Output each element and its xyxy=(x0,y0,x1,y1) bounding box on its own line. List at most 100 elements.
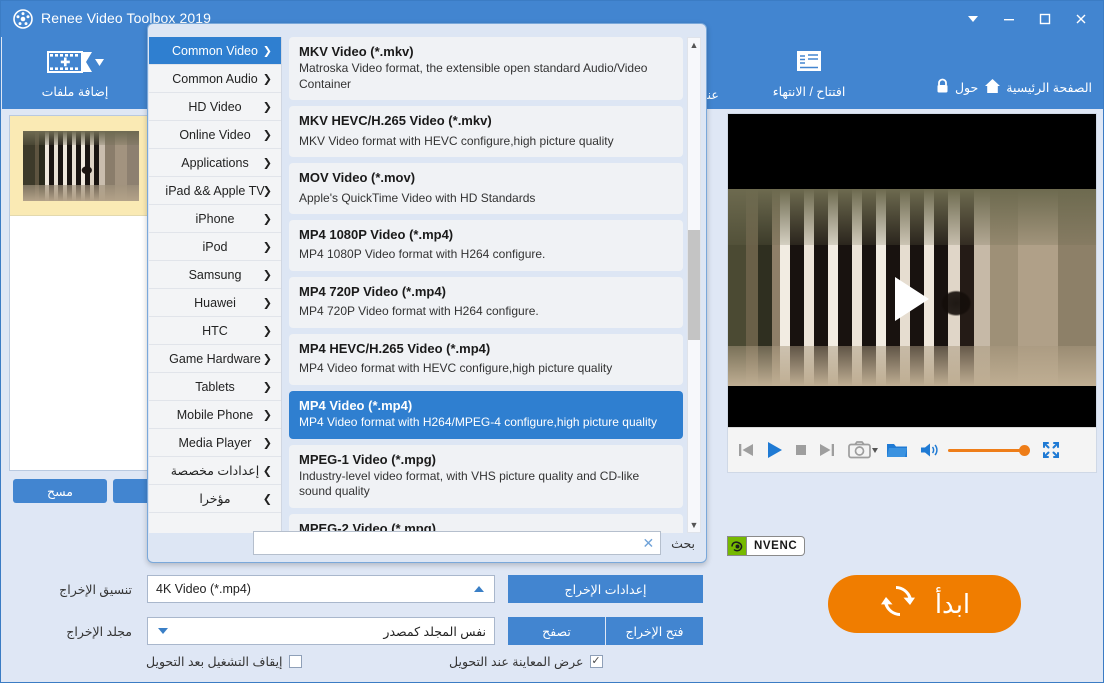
file-list-panel[interactable] xyxy=(9,115,152,471)
output-folder-combo[interactable]: نفس المجلد كمصدر xyxy=(147,617,495,645)
titlebar-menu-button[interactable] xyxy=(955,4,991,34)
category-custom-settings[interactable]: إعدادات مخصصة ❯ xyxy=(149,457,281,485)
category-online-video[interactable]: Online Video ❯ xyxy=(149,121,281,149)
output-format-row: تنسيق الإخراج 4K Video (*.mp4) إعدادات ا… xyxy=(17,575,717,603)
home-link[interactable]: الصفحة الرئيسية xyxy=(984,78,1092,97)
category-label: Common Video xyxy=(172,43,258,58)
chevron-right-icon: ❯ xyxy=(262,353,272,365)
fullscreen-button[interactable] xyxy=(1041,440,1061,460)
chevron-right-icon: ❯ xyxy=(262,493,272,505)
chevron-right-icon: ❯ xyxy=(262,241,272,253)
shutdown-checkbox-row[interactable]: إيقاف التشغيل بعد التحويل xyxy=(146,654,302,669)
volume-knob[interactable] xyxy=(1019,445,1030,456)
category-label: Tablets xyxy=(195,379,235,394)
output-format-combo[interactable]: 4K Video (*.mp4) xyxy=(147,575,495,603)
format-item[interactable]: MKV Video (*.mkv) Matroska Video format,… xyxy=(289,37,683,101)
output-format-value: 4K Video (*.mp4) xyxy=(156,582,251,596)
chevron-right-icon: ❯ xyxy=(262,297,272,309)
start-convert-button[interactable]: ابدأ xyxy=(828,575,1021,633)
play-button[interactable] xyxy=(763,439,785,461)
chevron-right-icon: ❯ xyxy=(262,213,272,225)
format-item[interactable]: MPEG-1 Video (*.mpg) Industry-level vide… xyxy=(289,444,683,508)
minimize-button[interactable] xyxy=(991,4,1027,34)
open-folder-button[interactable] xyxy=(886,440,908,460)
format-description: Matroska Video format, the extensible op… xyxy=(299,61,648,91)
shutdown-checkbox[interactable] xyxy=(288,655,302,668)
format-item[interactable]: MOV Video (*.mov) Apple's QuickTime Vide… xyxy=(289,163,683,215)
format-list[interactable]: MKV Video (*.mkv) Matroska Video format,… xyxy=(285,37,687,533)
stop-button[interactable] xyxy=(792,441,810,459)
category-iphone[interactable]: iPhone ❯ xyxy=(149,205,281,233)
format-description: MP4 Video format with HEVC configure,hig… xyxy=(299,361,613,376)
category-tablets[interactable]: Tablets ❯ xyxy=(149,373,281,401)
chevron-right-icon: ❯ xyxy=(262,101,272,113)
video-thumbnail xyxy=(22,130,139,201)
category-label: HD Video xyxy=(188,99,242,114)
category-media-player[interactable]: Media Player ❯ xyxy=(149,429,281,457)
preview-checkbox[interactable]: ✓ xyxy=(589,655,603,668)
convert-refresh-icon xyxy=(879,582,917,627)
volume-icon[interactable] xyxy=(919,440,941,460)
chevron-right-icon: ❯ xyxy=(262,437,272,449)
category-hd-video[interactable]: HD Video ❯ xyxy=(149,93,281,121)
video-preview[interactable] xyxy=(728,114,1096,427)
add-files-button[interactable]: إضافة ملفات xyxy=(16,47,134,99)
play-overlay-icon[interactable] xyxy=(895,277,929,321)
output-settings-button[interactable]: إعدادات الإخراج xyxy=(508,575,703,603)
category-label: Media Player xyxy=(178,435,252,450)
format-title: MP4 Video (*.mp4) xyxy=(299,397,413,413)
category-applications[interactable]: Applications ❯ xyxy=(149,149,281,177)
format-item[interactable]: MP4 HEVC/H.265 Video (*.mp4) MP4 Video f… xyxy=(289,333,683,385)
scroll-up-icon[interactable]: ▲ xyxy=(688,38,700,52)
trim-button[interactable]: افتتاح / الانتهاء xyxy=(754,47,864,99)
preview-checkbox-row[interactable]: ✓ عرض المعاينة عند التحويل xyxy=(449,654,603,669)
close-button[interactable] xyxy=(1063,4,1099,34)
volume-slider[interactable] xyxy=(948,443,1030,457)
preview-checkbox-label: عرض المعاينة عند التحويل xyxy=(449,655,584,669)
category-label: Huawei xyxy=(194,295,236,310)
format-item[interactable]: MKV HEVC/H.265 Video (*.mkv) MKV Video f… xyxy=(289,106,683,158)
category-htc[interactable]: HTC ❯ xyxy=(149,317,281,345)
file-list-item[interactable] xyxy=(10,116,151,216)
app-window: Renee Video Toolbox 2019 إضافة ملفات افت… xyxy=(0,0,1104,683)
home-link-label: الصفحة الرئيسية xyxy=(1006,80,1092,95)
output-format-label: تنسيق الإخراج xyxy=(59,582,132,597)
previous-button[interactable] xyxy=(736,440,756,460)
chevron-right-icon: ❯ xyxy=(262,129,272,141)
output-folder-value: نفس المجلد كمصدر xyxy=(383,624,486,639)
format-list-scrollbar[interactable]: ▲ ▼ xyxy=(687,37,701,533)
next-button[interactable] xyxy=(817,440,837,460)
format-search-box[interactable]: ✕ xyxy=(253,531,662,555)
format-item[interactable]: MP4 720P Video (*.mp4) MP4 720P Video fo… xyxy=(289,276,683,328)
browse-folder-button[interactable]: تصفح xyxy=(508,617,605,645)
open-output-button[interactable]: فتح الإخراج xyxy=(606,617,703,645)
format-item-selected[interactable]: MP4 Video (*.mp4) MP4 Video format with … xyxy=(289,390,683,439)
chevron-right-icon: ❯ xyxy=(262,73,272,85)
chevron-right-icon: ❯ xyxy=(262,45,272,57)
clear-files-button[interactable]: مسح xyxy=(13,479,107,503)
maximize-button[interactable] xyxy=(1027,4,1063,34)
category-label: Samsung xyxy=(188,267,242,282)
add-files-label: إضافة ملفات xyxy=(41,85,109,99)
category-samsung[interactable]: Samsung ❯ xyxy=(149,261,281,289)
format-item[interactable]: MP4 1080P Video (*.mp4) MP4 1080P Video … xyxy=(289,220,683,271)
category-mobile-phone[interactable]: Mobile Phone ❯ xyxy=(149,401,281,429)
format-description: Industry-level video format, with VHS pi… xyxy=(299,468,640,499)
category-huawei[interactable]: Huawei ❯ xyxy=(149,289,281,317)
snapshot-button[interactable] xyxy=(848,440,879,460)
app-logo-icon xyxy=(13,9,33,29)
category-common-video[interactable]: Common Video ❯ xyxy=(149,37,281,65)
category-game-hardware[interactable]: Game Hardware ❯ xyxy=(149,345,281,373)
about-link[interactable]: حول xyxy=(935,78,978,97)
category-ipad-apple-tv[interactable]: iPad && Apple TV ❯ xyxy=(149,177,281,205)
file-panel-buttons: مسح xyxy=(9,479,158,505)
category-common-audio[interactable]: Common Audio ❯ xyxy=(149,65,281,93)
category-recent[interactable]: مؤخرا ❯ xyxy=(149,485,281,513)
chevron-right-icon: ❯ xyxy=(262,465,272,477)
category-ipod[interactable]: iPod ❯ xyxy=(149,233,281,261)
about-link-label: حول xyxy=(954,80,979,95)
trim-icon xyxy=(754,47,864,80)
clear-search-icon[interactable]: ✕ xyxy=(642,536,654,550)
format-description: MP4 Video format with H264/MPEG-4 config… xyxy=(299,414,657,429)
scrollbar-thumb[interactable] xyxy=(688,230,700,340)
